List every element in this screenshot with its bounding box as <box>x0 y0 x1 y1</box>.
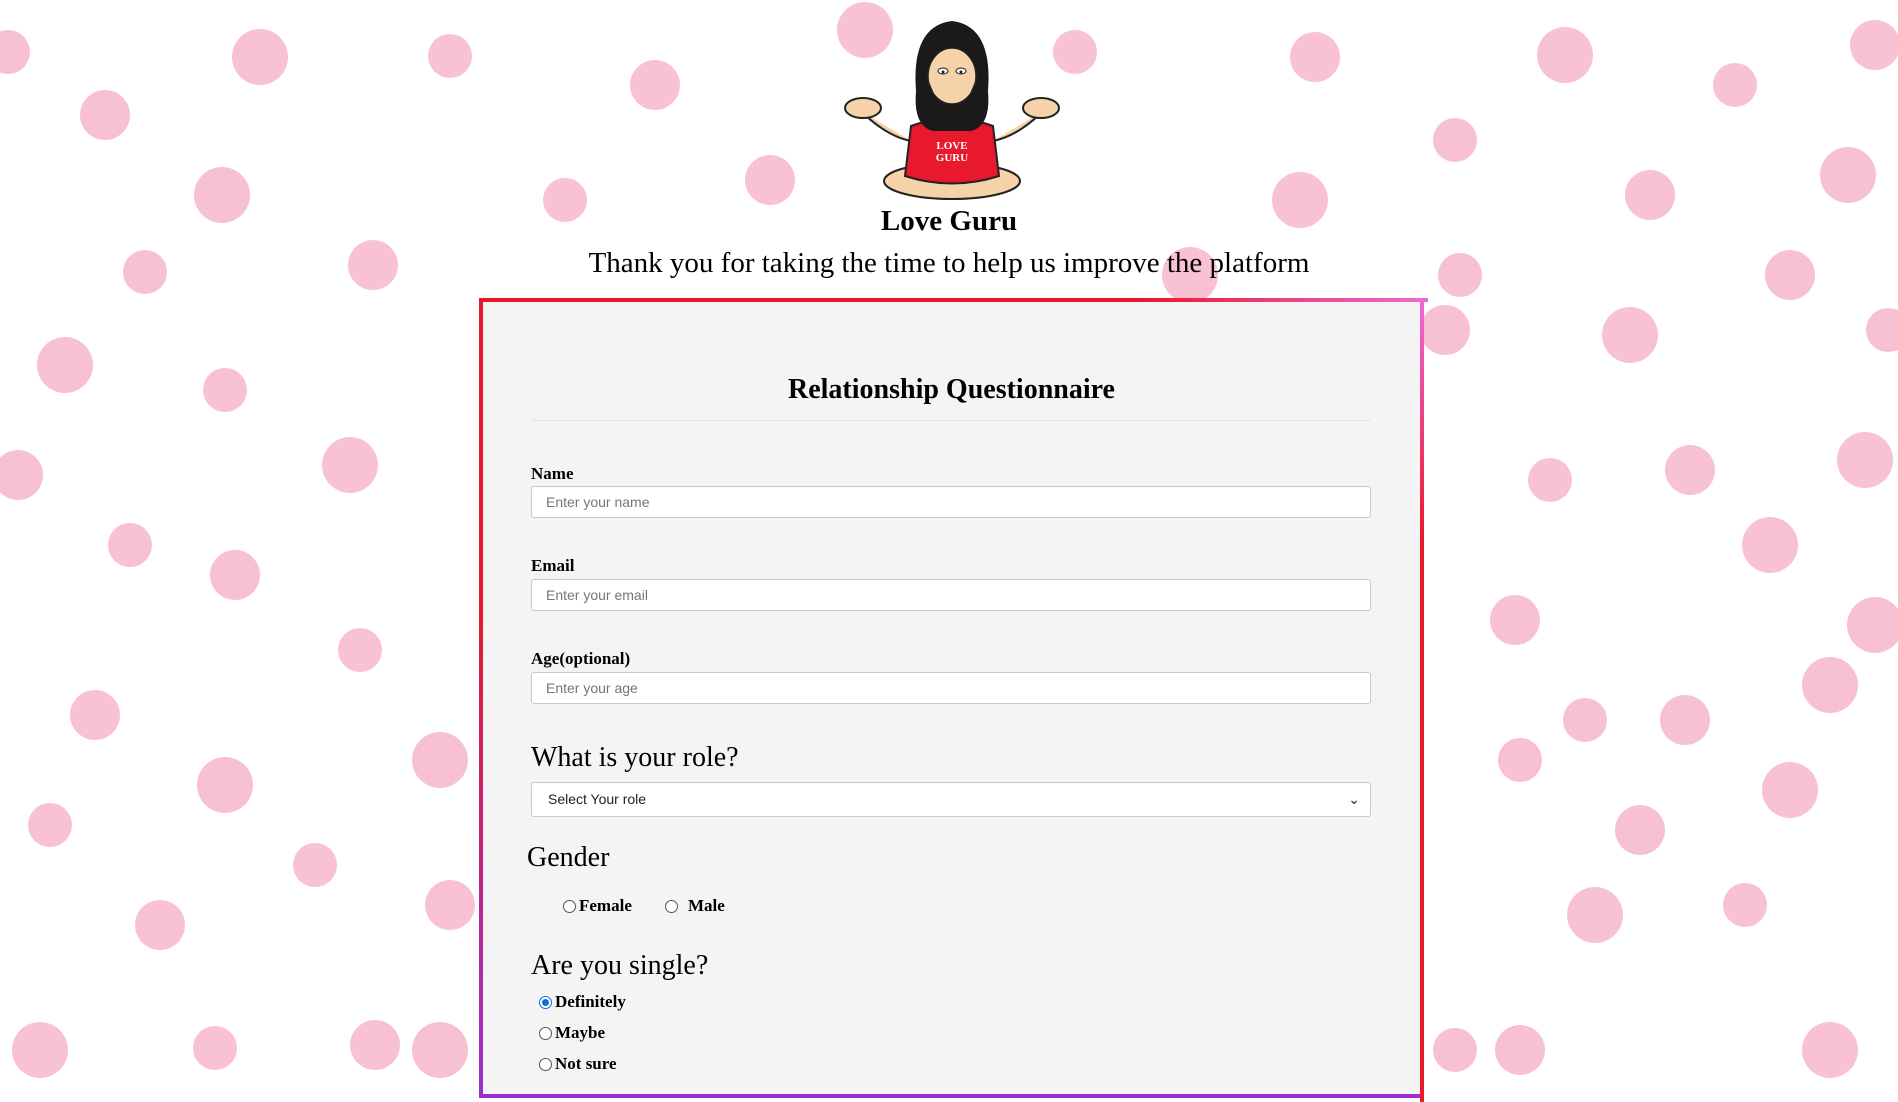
background-dot <box>0 30 30 74</box>
background-dot <box>135 900 185 950</box>
role-select-value: Select Your role <box>548 791 647 807</box>
background-dot <box>293 843 337 887</box>
tagline: Thank you for taking the time to help us… <box>588 247 1310 279</box>
role-select[interactable]: Select Your role ⌄ <box>531 782 1371 817</box>
background-dot <box>1615 805 1665 855</box>
background-dot <box>1850 20 1898 70</box>
background-dot <box>412 732 468 788</box>
radio-female[interactable] <box>563 899 576 913</box>
background-dot <box>70 690 120 740</box>
love-guru-logo: LOVE GURU <box>844 21 1060 200</box>
name-label: Name <box>531 464 574 483</box>
form-title: Relationship Questionnaire <box>788 374 1115 405</box>
background-dot <box>1528 458 1572 502</box>
background-dot <box>1290 32 1340 82</box>
background-dot <box>37 337 93 393</box>
single-option-not-sure[interactable]: Not sure <box>539 1054 617 1074</box>
single-option-definitely[interactable]: Definitely <box>539 992 626 1012</box>
radio-maybe[interactable] <box>539 1026 552 1040</box>
background-dot <box>1495 1025 1545 1075</box>
background-dot <box>0 450 43 500</box>
background-dot <box>1563 698 1607 742</box>
background-dot <box>745 155 795 205</box>
background-dot <box>1567 887 1623 943</box>
background-dot <box>1762 762 1818 818</box>
gender-option-female[interactable]: Female <box>563 896 632 916</box>
background-dot <box>1665 445 1715 495</box>
single-option-label: Not sure <box>555 1054 617 1073</box>
single-option-maybe[interactable]: Maybe <box>539 1023 605 1043</box>
background-dot <box>203 368 247 412</box>
age-label: Age(optional) <box>531 649 631 668</box>
logo-text-love: LOVE <box>936 140 967 152</box>
background-dot <box>1537 27 1593 83</box>
single-option-label: Definitely <box>555 992 626 1011</box>
card-border-top <box>479 298 1428 302</box>
background-dot <box>1602 307 1658 363</box>
gender-option-label: Male <box>688 896 725 915</box>
brand-name: Love Guru <box>880 205 1018 237</box>
radio-male[interactable] <box>665 899 678 913</box>
radio-not-sure[interactable] <box>539 1057 552 1071</box>
single-option-label: Maybe <box>555 1023 606 1042</box>
chevron-down-icon: ⌄ <box>1348 791 1360 807</box>
background-dot <box>1490 595 1540 645</box>
background-dot <box>1820 147 1876 203</box>
background-dot <box>1498 738 1542 782</box>
card-border-right <box>1420 298 1424 1102</box>
background-dot <box>1660 695 1710 745</box>
background-dot <box>1713 63 1757 107</box>
background-dot <box>1866 308 1898 352</box>
email-label: Email <box>531 556 575 575</box>
background-dot <box>630 60 680 110</box>
background-dot <box>200 760 250 810</box>
background-dot <box>80 90 130 140</box>
email-input[interactable] <box>531 579 1371 611</box>
title-divider <box>531 420 1371 421</box>
background-dot <box>1420 305 1470 355</box>
logo-text-guru: GURU <box>936 152 968 164</box>
background-dot <box>1742 517 1798 573</box>
background-dot <box>1802 1022 1858 1078</box>
background-dot <box>1723 883 1767 927</box>
radio-definitely[interactable] <box>539 995 552 1009</box>
background-dot <box>428 34 472 78</box>
role-question: What is your role? <box>531 742 739 773</box>
background-dot <box>210 550 260 600</box>
background-dot <box>193 1026 237 1070</box>
questionnaire-card: Relationship Questionnaire Name Email Ag… <box>479 298 1428 1102</box>
age-input[interactable] <box>531 672 1371 704</box>
background-dot <box>1802 657 1858 713</box>
background-dot <box>338 628 382 672</box>
background-dot <box>1433 118 1477 162</box>
background-dot <box>1847 597 1898 653</box>
background-dot <box>1837 432 1893 488</box>
name-input[interactable] <box>531 486 1371 518</box>
single-question: Are you single? <box>531 950 709 981</box>
background-dot <box>322 437 378 493</box>
gender-question: Gender <box>527 842 610 873</box>
background-dot <box>1433 1028 1477 1072</box>
background-dot <box>412 1022 468 1078</box>
background-dot <box>232 29 288 85</box>
gender-option-label: Female <box>579 896 632 915</box>
background-dot <box>12 1022 68 1078</box>
background-dot <box>350 1020 400 1070</box>
background-dot <box>28 803 72 847</box>
background-dot <box>425 880 475 930</box>
gender-option-male[interactable]: Male <box>665 896 725 916</box>
background-dot <box>108 523 152 567</box>
